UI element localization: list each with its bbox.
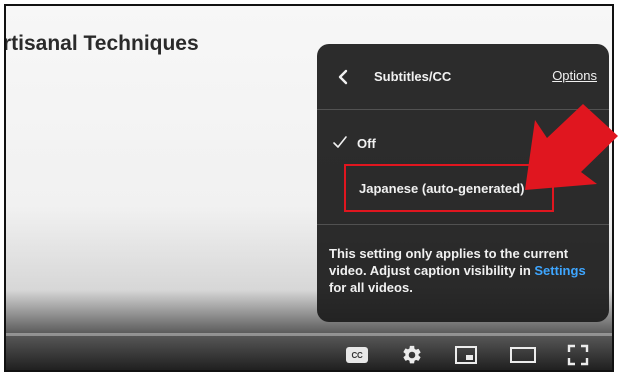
miniplayer-button[interactable] [450, 342, 482, 368]
caption-settings-note: This setting only applies to the current… [329, 245, 601, 296]
fullscreen-icon [567, 344, 589, 366]
settings-link[interactable]: Settings [534, 263, 585, 278]
video-title: rtisanal Techniques [4, 32, 199, 55]
note-suffix: for all videos. [329, 280, 413, 295]
miniplayer-icon [455, 346, 477, 364]
subtitle-option-label: Off [357, 136, 376, 151]
cc-icon: CC [346, 347, 368, 363]
gear-icon [403, 345, 421, 364]
annotation-highlight-box [344, 164, 554, 212]
menu-title: Subtitles/CC [374, 69, 452, 84]
chevron-left-icon [338, 69, 348, 85]
back-button[interactable] [335, 67, 351, 87]
options-link[interactable]: Options [552, 68, 597, 83]
menu-divider [317, 224, 609, 225]
checkmark-icon [333, 136, 347, 148]
settings-button[interactable] [396, 342, 428, 368]
note-text: This setting only applies to the current… [329, 246, 569, 278]
theater-mode-button[interactable] [507, 342, 539, 368]
subtitles-button[interactable]: CC [341, 342, 373, 368]
theater-mode-icon [510, 347, 536, 363]
player-controls: CC [6, 336, 612, 370]
video-player[interactable]: rtisanal Techniques CC Subtitles/CC Opti… [4, 4, 614, 372]
annotation-arrow-icon [525, 104, 618, 190]
fullscreen-button[interactable] [562, 342, 594, 368]
